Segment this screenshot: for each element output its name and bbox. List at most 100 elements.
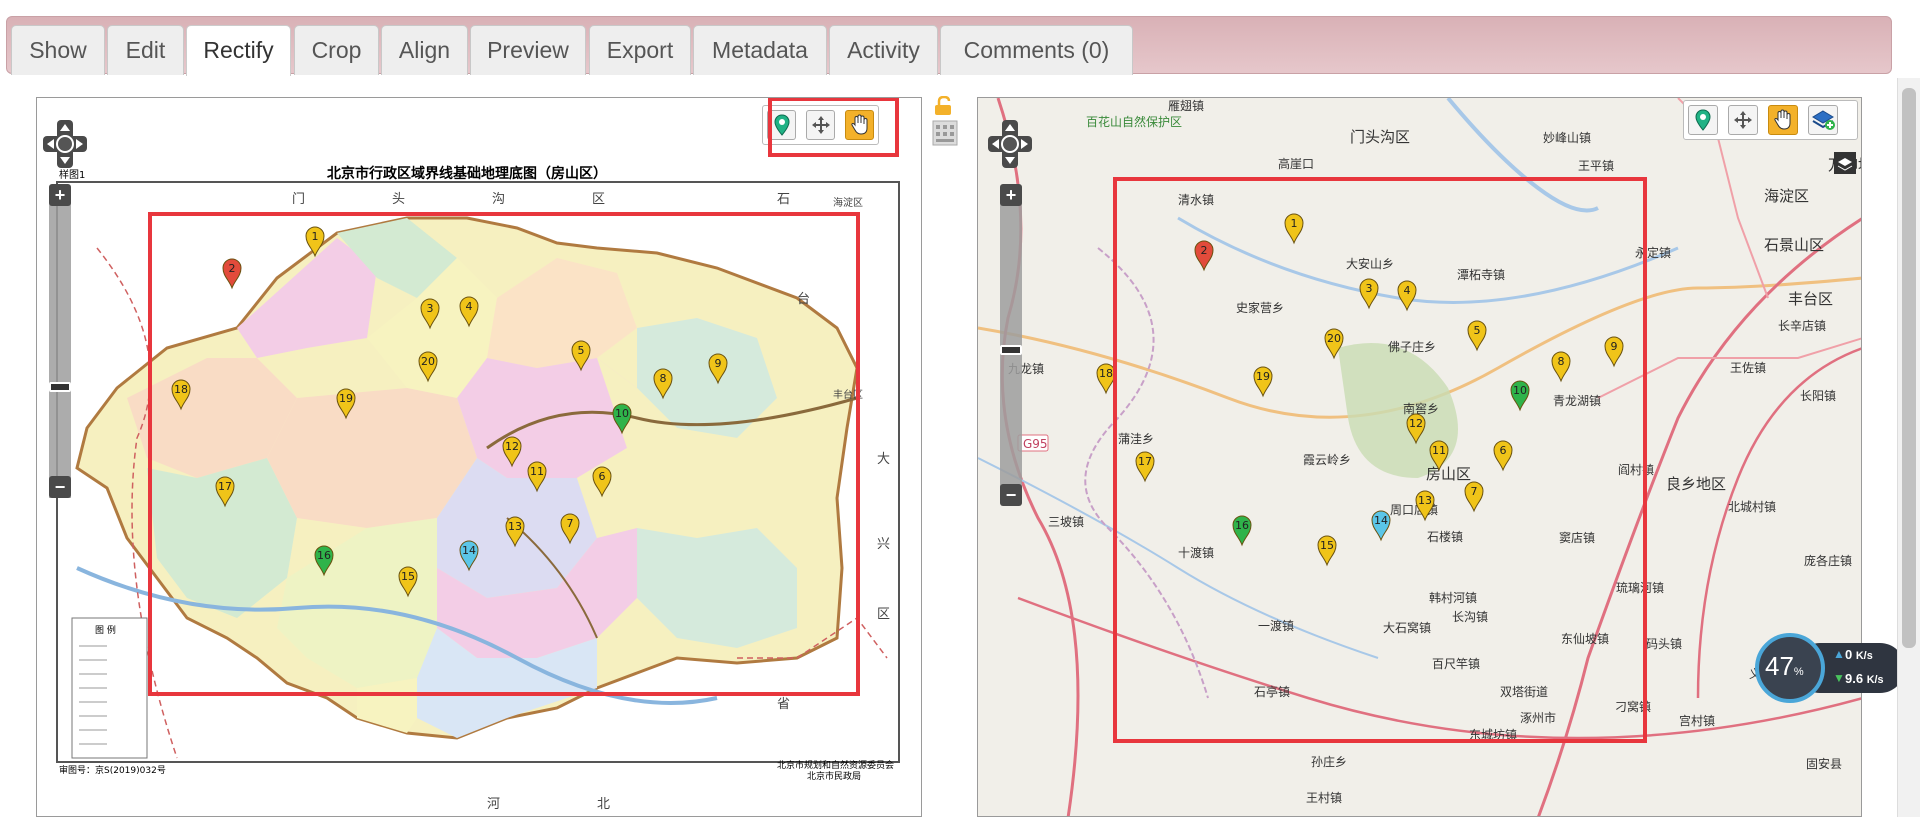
add-point-icon[interactable]	[1688, 105, 1718, 135]
tab-align[interactable]: Align	[381, 25, 468, 75]
reference-map-image[interactable]: G95 百花山自然保护区雁翅镇门头沟区 妙峰山镇王平镇 高崖口清水镇史家营乡 大安山乡…	[978, 98, 1862, 817]
control-point-number: 18	[174, 383, 188, 396]
edge-label: 石	[777, 192, 790, 207]
tab-activity[interactable]: Activity	[829, 25, 938, 75]
edge-label: 大	[877, 452, 890, 467]
place-label: 青龙湖镇	[1553, 393, 1601, 408]
download-arrow-icon: ▼	[1833, 671, 1845, 685]
place-label: 固安县	[1806, 756, 1842, 771]
publisher-1: 北京市规划和自然资源委员会	[777, 759, 894, 771]
place-label: 双塔街道	[1500, 685, 1548, 699]
place-label: 潭柘寺镇	[1457, 268, 1505, 282]
pan-control[interactable]	[43, 120, 87, 168]
control-point-number: 10	[1513, 384, 1527, 397]
pan-hand-icon[interactable]	[845, 110, 874, 140]
edge-label: 河	[487, 797, 500, 812]
control-point-number: 19	[1256, 370, 1270, 383]
add-point-icon[interactable]	[767, 110, 796, 140]
place-label: 王佐镇	[1730, 361, 1766, 375]
control-point-number: 2	[229, 262, 236, 275]
tab-crop[interactable]: Crop	[294, 25, 379, 75]
place-label: 高崖口	[1278, 156, 1314, 171]
place-label: 史家营乡	[1236, 300, 1284, 315]
download-speed: 9.6	[1845, 671, 1864, 686]
control-point-number: 5	[578, 344, 585, 357]
control-point-number: 11	[530, 465, 544, 478]
edge-label: 区	[877, 607, 890, 622]
place-label: 阎村镇	[1618, 463, 1654, 477]
place-label: 大石窝镇	[1383, 620, 1431, 635]
control-point-number: 6	[599, 470, 606, 483]
lock-icon[interactable]	[932, 96, 956, 116]
tab-bar: Show Edit Rectify Crop Align Preview Exp…	[6, 16, 1892, 76]
place-label: 韩村河镇	[1429, 590, 1477, 605]
tab-export[interactable]: Export	[589, 25, 691, 75]
zoom-slider-handle[interactable]	[1000, 345, 1022, 355]
move-icon[interactable]	[1728, 105, 1758, 135]
zoom-in-button[interactable]: +	[1000, 184, 1022, 206]
scrollbar-thumb[interactable]	[1902, 88, 1916, 648]
stats-percent-sign: %	[1793, 666, 1804, 678]
place-label: 三坡镇	[1048, 515, 1084, 529]
edge-label: 区	[592, 192, 605, 207]
tab-preview[interactable]: Preview	[470, 25, 586, 75]
pan-hand-icon[interactable]	[1768, 105, 1798, 135]
control-point-number: 12	[505, 440, 519, 453]
control-point-number: 2	[1201, 244, 1208, 257]
source-toolbar	[762, 105, 879, 145]
place-label: 宫村镇	[1679, 713, 1715, 728]
place-label: 蒲洼乡	[1118, 432, 1154, 446]
page-scrollbar[interactable]	[1897, 78, 1920, 817]
pan-control[interactable]	[988, 120, 1032, 168]
zoom-bar[interactable]	[1000, 188, 1022, 498]
tab-edit[interactable]: Edit	[107, 25, 184, 75]
move-icon[interactable]	[806, 110, 835, 140]
place-label: 石楼镇	[1427, 529, 1463, 544]
zoom-out-button[interactable]: −	[49, 476, 71, 498]
control-point-number: 20	[421, 355, 435, 368]
tab-comments[interactable]: Comments (0)	[940, 25, 1133, 75]
zoom-slider-handle[interactable]	[49, 382, 71, 392]
control-point-number: 13	[508, 520, 522, 533]
tab-metadata[interactable]: Metadata	[693, 25, 827, 75]
place-label: 房山区	[1426, 465, 1471, 483]
control-point-number: 12	[1409, 417, 1423, 430]
control-point-number: 10	[615, 407, 629, 420]
place-label: 长沟镇	[1452, 610, 1488, 624]
control-point-number: 16	[1235, 519, 1249, 532]
control-point-number: 18	[1099, 367, 1113, 380]
source-map-image[interactable]: 图 例 北京市行政区域界线基础地理底图（房山区） 样图1 审图号：京S(2019…	[37, 98, 922, 817]
control-point-number: 16	[317, 549, 331, 562]
place-label: 妙峰山镇	[1543, 131, 1591, 145]
layer-switcher-icon[interactable]	[1834, 152, 1856, 174]
place-label: 东仙坡镇	[1561, 632, 1609, 646]
keyboard-icon[interactable]	[932, 120, 958, 146]
place-label: 琉璃河镇	[1616, 581, 1664, 595]
edge-label: 省	[777, 697, 790, 712]
control-point-number: 1	[312, 230, 319, 243]
control-point-number: 5	[1474, 324, 1481, 337]
edge-label: 丰台区	[833, 388, 863, 401]
zoom-bar[interactable]	[49, 188, 71, 498]
zoom-in-button[interactable]: +	[49, 184, 71, 206]
source-map-panel[interactable]: 图 例 北京市行政区域界线基础地理底图（房山区） 样图1 审图号：京S(2019…	[36, 97, 922, 817]
edge-label: 头	[392, 192, 405, 207]
edge-label: 海淀区	[833, 196, 863, 209]
tab-rectify[interactable]: Rectify	[186, 25, 291, 76]
control-point-number: 20	[1327, 332, 1341, 345]
legend-title: 图 例	[95, 624, 116, 636]
place-label: 石亭镇	[1254, 684, 1290, 699]
control-point-number: 7	[567, 517, 574, 530]
control-point-number: 1	[1291, 217, 1298, 230]
place-label: 窦店镇	[1559, 531, 1595, 545]
control-point-number: 17	[218, 480, 232, 493]
control-point-number: 15	[401, 570, 415, 583]
tab-show[interactable]: Show	[11, 25, 105, 75]
network-stats-widget: 47% ▲ 0 K/s ▼ 9.6 K/s	[1755, 633, 1905, 703]
place-label: 百尺竿镇	[1432, 656, 1480, 671]
approval-number: 审图号：京S(2019)032号	[59, 764, 166, 776]
zoom-out-button[interactable]: −	[1000, 484, 1022, 506]
place-label: 百花山自然保护区	[1086, 114, 1182, 129]
layers-icon[interactable]	[1808, 105, 1838, 135]
reference-map-panel[interactable]: G95 百花山自然保护区 雁翅镇 门头沟区 妙峰山镇 王平镇 高崖口 清水镇 史家营乡 大安山乡…	[977, 97, 1862, 817]
